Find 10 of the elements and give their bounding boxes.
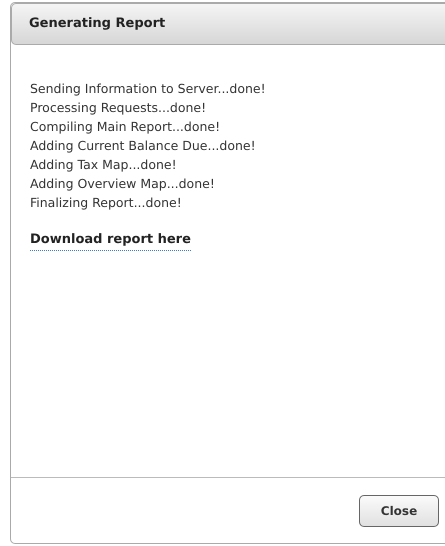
status-line: Compiling Main Report...done!: [30, 118, 222, 136]
status-line: Processing Requests...done!: [30, 99, 208, 117]
status-line: Finalizing Report...done!: [30, 194, 183, 212]
download-link[interactable]: Download report here: [30, 230, 191, 250]
status-line: Adding Current Balance Due...done!: [30, 137, 257, 155]
dialog-title: Generating Report: [29, 15, 166, 34]
close-button[interactable]: Close: [359, 494, 439, 526]
status-line: Sending Information to Server...done!: [30, 80, 267, 98]
status-line: Adding Tax Map...done!: [30, 156, 178, 174]
status-line: Adding Overview Map...done!: [30, 175, 216, 193]
